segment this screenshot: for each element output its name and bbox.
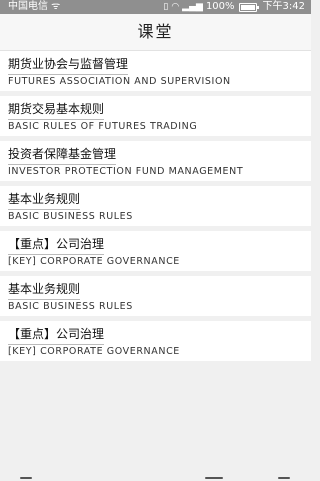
course-item[interactable]: 基本业务规则 BASIC BUSINESS RULES (0, 186, 311, 226)
signal-icon: ▂▄▆ (182, 2, 203, 12)
carrier-label: 中国电信 ᯤ (8, 1, 61, 12)
page-title: 课堂 (137, 22, 174, 41)
battery-icon (238, 2, 259, 12)
status-bar: 中国电信 ᯤ ▯ ◠ ▂▄▆ 100% 下午3:42 (0, 0, 311, 14)
course-title-en: [KEY] CORPORATE GOVERNANCE (8, 256, 180, 267)
course-title-zh: 投资者保障基金管理 (8, 147, 117, 165)
status-time: 下午3:42 (262, 1, 305, 12)
course-title-zh: 基本业务规则 (8, 282, 81, 300)
course-item[interactable]: 【重点】公司治理 [KEY] CORPORATE GOVERNANCE (0, 231, 311, 271)
course-title-en: BASIC BUSINESS RULES (8, 211, 133, 222)
course-item[interactable]: 【重点】公司治理 [KEY] CORPORATE GOVERNANCE (0, 321, 311, 361)
wifi-icon: ◠ (171, 2, 180, 12)
course-list: 期货业协会与监督管理 FUTURES ASSOCIATION AND SUPER… (0, 51, 311, 366)
course-title-en: BASIC RULES OF FUTURES TRADING (8, 121, 198, 132)
course-title-zh: 期货业协会与监督管理 (8, 57, 129, 75)
status-right-group: ▯ ◠ ▂▄▆ 100% 下午3:42 (163, 0, 305, 14)
battery-fill (240, 4, 255, 10)
course-item[interactable]: 期货交易基本规则 BASIC RULES OF FUTURES TRADING (0, 96, 311, 136)
course-title-en: BASIC BUSINESS RULES (8, 301, 133, 312)
course-title-zh: 【重点】公司治理 (8, 237, 105, 255)
course-item[interactable]: 投资者保障基金管理 INVESTOR PROTECTION FUND MANAG… (0, 141, 311, 181)
course-title-en: FUTURES ASSOCIATION AND SUPERVISION (8, 76, 231, 87)
back-indicator[interactable] (20, 477, 32, 479)
battery-percent: 100% (205, 1, 235, 12)
course-title-zh: 基本业务规则 (8, 192, 81, 210)
vibrate-icon: ▯ (163, 2, 169, 12)
course-title-zh: 【重点】公司治理 (8, 327, 105, 345)
course-item[interactable]: 期货业协会与监督管理 FUTURES ASSOCIATION AND SUPER… (0, 51, 311, 91)
course-item[interactable]: 基本业务规则 BASIC BUSINESS RULES (0, 276, 311, 316)
course-title-zh: 期货交易基本规则 (8, 102, 105, 120)
recents-indicator[interactable] (278, 477, 290, 479)
course-title-en: INVESTOR PROTECTION FUND MANAGEMENT (8, 166, 244, 177)
bottom-nav-area (0, 475, 311, 481)
nav-bar: 课堂 (0, 14, 311, 51)
course-title-en: [KEY] CORPORATE GOVERNANCE (8, 346, 180, 357)
home-indicator[interactable] (205, 477, 223, 479)
